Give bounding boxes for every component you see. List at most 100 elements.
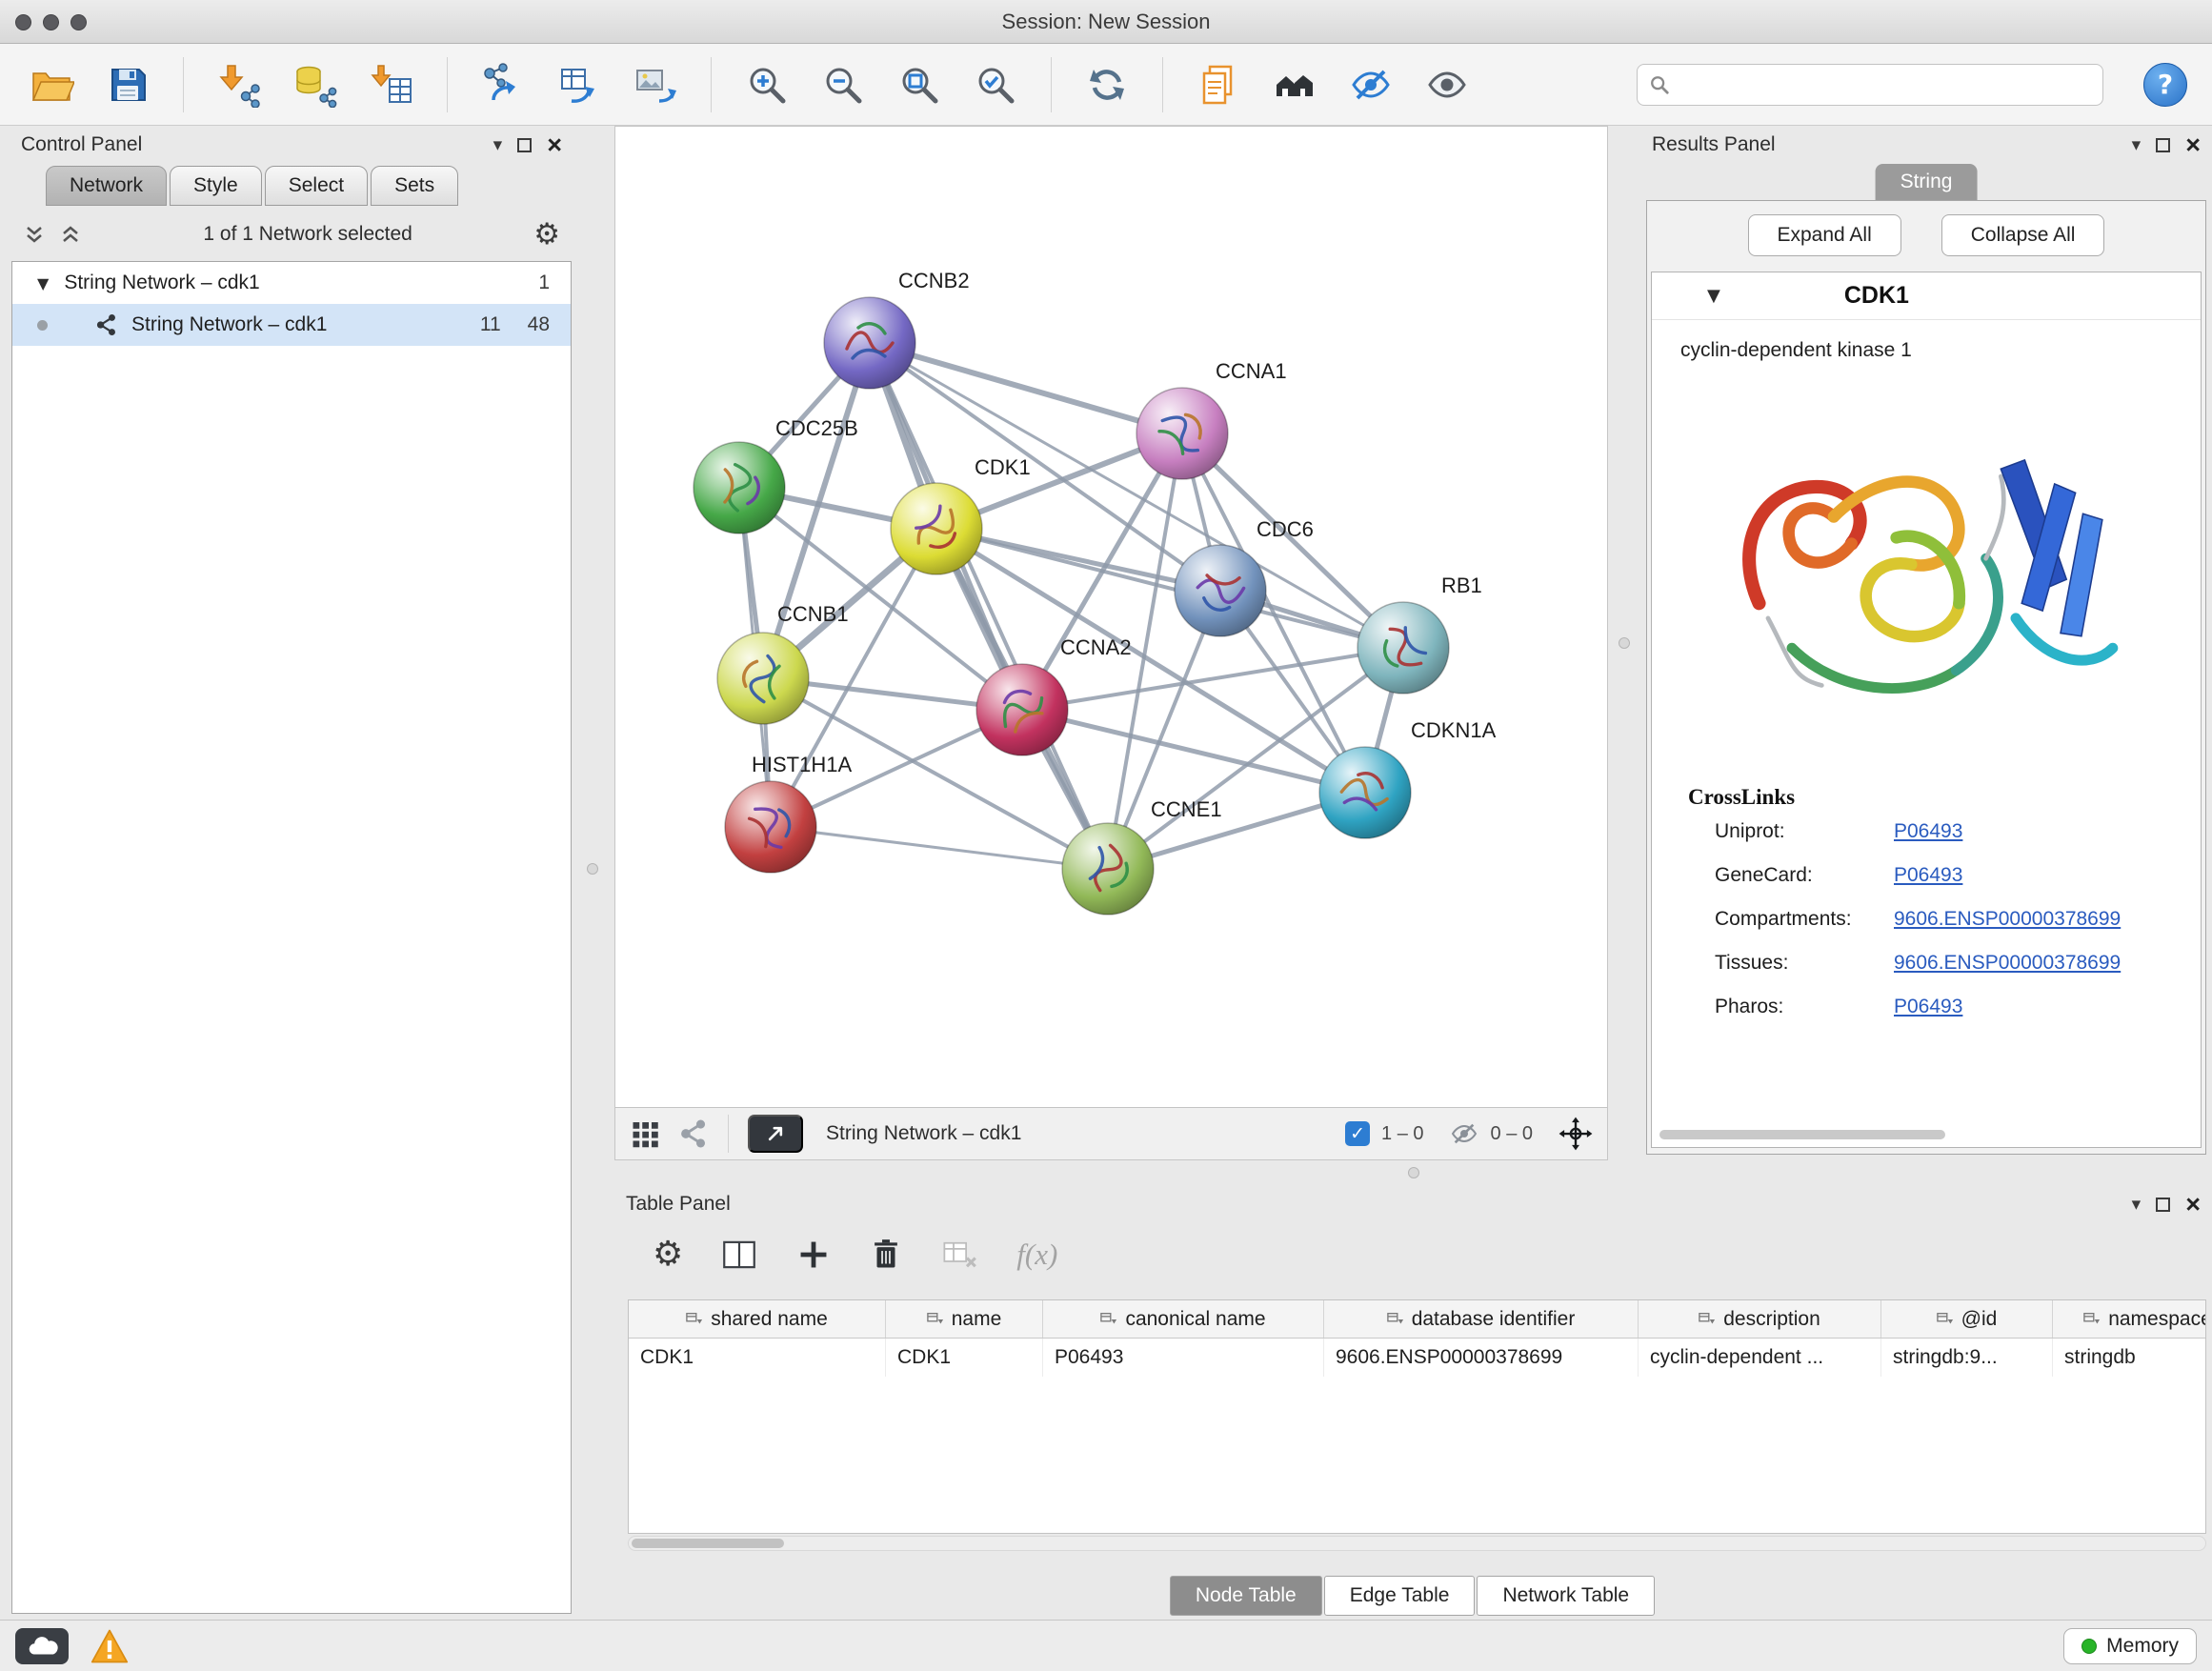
float-panel-icon[interactable] [2156, 1198, 2170, 1212]
vertical-splitter-handle[interactable] [1619, 637, 1630, 649]
tab-node-table[interactable]: Node Table [1170, 1576, 1322, 1616]
network-row-selected[interactable]: String Network – cdk1 11 48 [12, 304, 571, 346]
network-from-table-button[interactable] [553, 58, 606, 111]
column-header-description[interactable]: description [1639, 1300, 1881, 1338]
network-node-HIST1H1A[interactable]: HIST1H1A [725, 753, 852, 873]
export-image-button[interactable] [629, 58, 682, 111]
horizontal-splitter-handle[interactable] [1408, 1167, 1419, 1178]
move-crosshair-icon[interactable] [1558, 1116, 1594, 1152]
column-header-name[interactable]: name [886, 1300, 1043, 1338]
gene-section-header[interactable]: ▼ CDK1 [1652, 272, 2201, 320]
column-header-id[interactable]: @id [1881, 1300, 2053, 1338]
zoom-selected-button[interactable] [969, 58, 1022, 111]
selected-checkbox-icon[interactable]: ✓ [1345, 1121, 1370, 1146]
table-horizontal-scrollbar[interactable] [628, 1536, 2206, 1551]
network-node-CDKN1A[interactable]: CDKN1A [1319, 718, 1497, 838]
tab-select[interactable]: Select [265, 166, 368, 206]
genecard-link[interactable]: P06493 [1894, 864, 1962, 887]
collapse-panel-icon[interactable]: ▾ [2132, 136, 2142, 154]
warning-icon[interactable] [90, 1627, 130, 1665]
column-header-database-identifier[interactable]: database identifier [1324, 1300, 1639, 1338]
column-header-canonical-name[interactable]: canonical name [1043, 1300, 1324, 1338]
network-edge-HIST1H1A-CCNE1[interactable] [771, 827, 1108, 869]
maximize-window-button[interactable] [70, 14, 87, 30]
tab-edge-table[interactable]: Edge Table [1324, 1576, 1476, 1616]
delete-table-button-disabled[interactable] [940, 1235, 980, 1275]
tab-network[interactable]: Network [46, 166, 167, 206]
import-network-file-button[interactable] [212, 58, 266, 111]
network-node-CCNE1[interactable]: CCNE1 [1062, 797, 1222, 915]
save-session-button[interactable] [101, 58, 154, 111]
collapse-panel-icon[interactable]: ▾ [2132, 1196, 2142, 1214]
hide-details-button[interactable] [1344, 58, 1398, 111]
collapse-all-button[interactable]: Collapse All [1941, 214, 2105, 256]
network-node-CCNB2[interactable]: CCNB2 [824, 269, 970, 389]
help-button[interactable]: ? [2143, 63, 2187, 107]
delete-column-button[interactable] [868, 1237, 904, 1273]
refresh-view-button[interactable] [1080, 58, 1134, 111]
tab-style[interactable]: Style [170, 166, 262, 206]
results-horizontal-scrollbar[interactable] [1659, 1130, 1945, 1139]
cell-id[interactable]: stringdb:9... [1881, 1339, 2053, 1377]
vertical-splitter-handle[interactable] [587, 863, 598, 875]
birds-eye-grid-button[interactable] [629, 1117, 663, 1151]
collapse-all-icon[interactable] [23, 223, 46, 246]
minimize-window-button[interactable] [43, 14, 59, 30]
cell-canonical-name[interactable]: P06493 [1043, 1339, 1324, 1377]
column-header-namespace[interactable]: namespace [2053, 1300, 2206, 1338]
copy-document-button[interactable] [1192, 58, 1245, 111]
function-builder-button[interactable]: f(x) [1016, 1238, 1057, 1272]
network-collection-row[interactable]: ▼ String Network – cdk1 1 [12, 262, 571, 304]
float-panel-icon[interactable] [2156, 138, 2170, 152]
network-edge-CCNB2-CCNA1[interactable] [870, 343, 1182, 433]
zoom-fit-button[interactable] [893, 58, 946, 111]
expand-all-icon[interactable] [59, 223, 82, 246]
network-edge-CCNB2-CCNE1[interactable] [870, 343, 1108, 869]
close-panel-icon[interactable]: × [2185, 1192, 2201, 1218]
show-details-button[interactable] [1420, 58, 1474, 111]
zoom-in-button[interactable] [740, 58, 794, 111]
table-settings-button[interactable]: ⚙ [653, 1238, 683, 1272]
expand-all-button[interactable]: Expand All [1748, 214, 1901, 256]
cell-database-identifier[interactable]: 9606.ENSP00000378699 [1324, 1339, 1639, 1377]
show-columns-button[interactable] [719, 1235, 759, 1275]
tree-expand-icon[interactable]: ▼ [37, 274, 49, 292]
search-input[interactable] [1678, 73, 2091, 95]
tissues-link[interactable]: 9606.ENSP00000378699 [1894, 952, 2121, 975]
import-network-database-button[interactable] [289, 58, 342, 111]
zoom-out-button[interactable] [816, 58, 870, 111]
compartments-link[interactable]: 9606.ENSP00000378699 [1894, 908, 2121, 931]
cloud-status-button[interactable] [15, 1628, 69, 1664]
close-panel-icon[interactable]: × [547, 132, 562, 158]
memory-button[interactable]: Memory [2063, 1628, 2197, 1664]
birds-eye-home-button[interactable] [1268, 58, 1321, 111]
network-node-CCNB1[interactable]: CCNB1 [717, 602, 849, 724]
network-canvas[interactable]: CCNB2CCNA1CDC25BCDK1CDC6RB1CCNB1CCNA2CDK… [615, 127, 1607, 1107]
close-panel-icon[interactable]: × [2185, 132, 2201, 158]
table-row[interactable]: CDK1 CDK1 P06493 9606.ENSP00000378699 cy… [629, 1339, 2206, 1377]
import-table-file-button[interactable] [365, 58, 418, 111]
pharos-link[interactable]: P06493 [1894, 996, 1962, 1018]
network-type-button[interactable] [676, 1117, 709, 1150]
collapse-panel-icon[interactable]: ▾ [493, 136, 503, 154]
section-expand-icon[interactable]: ▼ [1707, 286, 1720, 306]
add-column-button[interactable] [795, 1237, 832, 1273]
column-header-shared-name[interactable]: shared name [629, 1300, 886, 1338]
cell-description[interactable]: cyclin-dependent ... [1639, 1339, 1881, 1377]
gear-icon[interactable]: ⚙ [533, 220, 560, 250]
tab-network-table[interactable]: Network Table [1477, 1576, 1655, 1616]
network-node-RB1[interactable]: RB1 [1357, 574, 1482, 694]
tab-string[interactable]: String [1876, 164, 1978, 200]
cell-namespace[interactable]: stringdb [2053, 1339, 2206, 1377]
uniprot-link[interactable]: P06493 [1894, 820, 1962, 843]
close-window-button[interactable] [15, 14, 31, 30]
network-edge-CDK1-RB1[interactable] [936, 529, 1403, 648]
open-in-new-button[interactable] [748, 1115, 803, 1153]
network-node-CDK1[interactable]: CDK1 [891, 455, 1031, 574]
scrollbar-thumb[interactable] [632, 1539, 784, 1548]
float-panel-icon[interactable] [517, 138, 532, 152]
clone-network-button[interactable] [476, 58, 530, 111]
hidden-eye-slash-icon[interactable] [1449, 1118, 1479, 1149]
tab-sets[interactable]: Sets [371, 166, 458, 206]
network-node-CCNA1[interactable]: CCNA1 [1136, 359, 1287, 479]
